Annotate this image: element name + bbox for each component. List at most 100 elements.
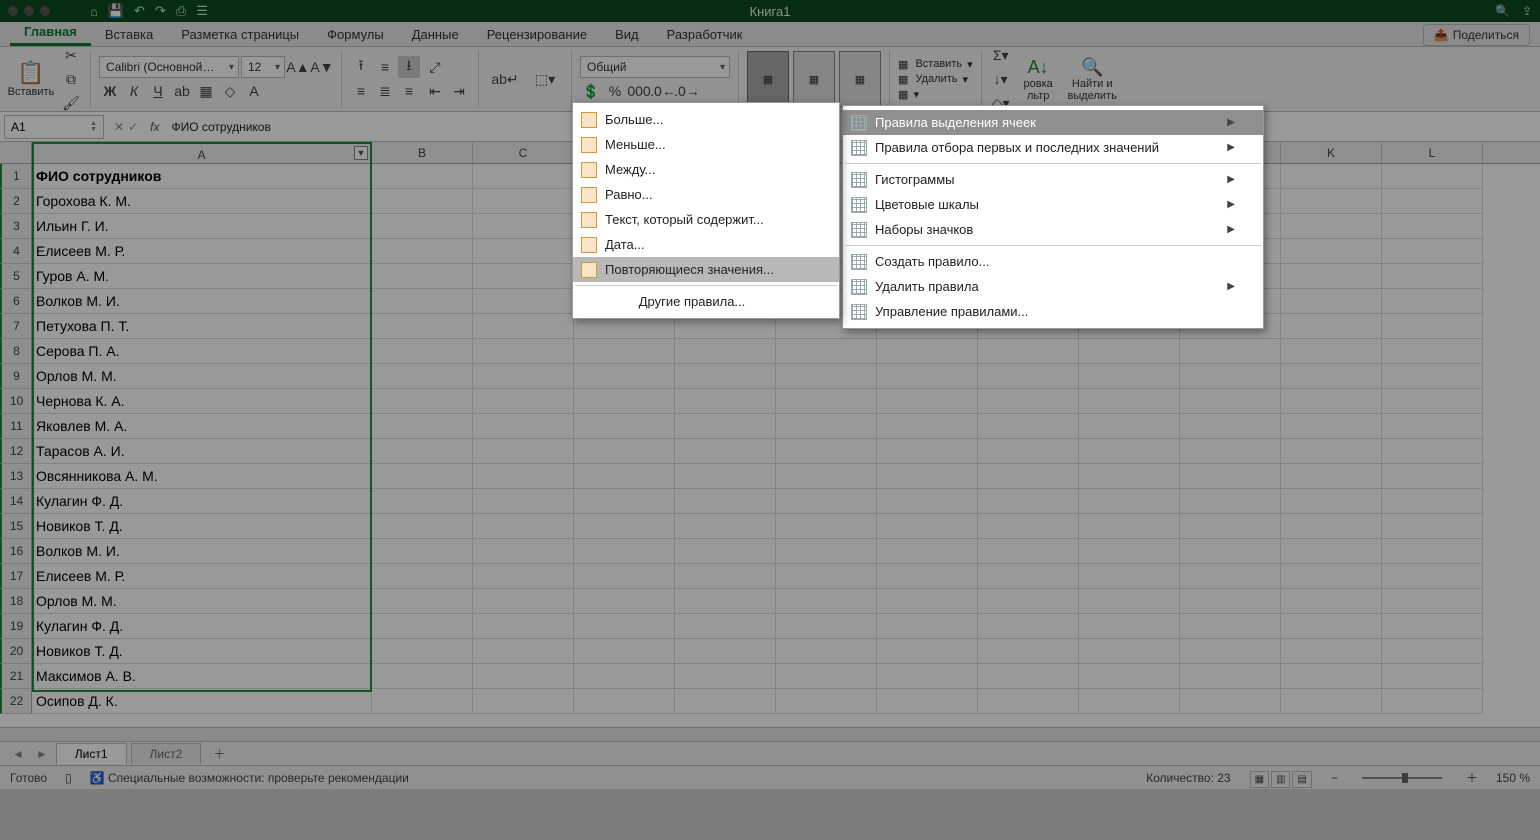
cell[interactable]: [473, 214, 574, 239]
cell[interactable]: [1079, 664, 1180, 689]
cell[interactable]: [776, 364, 877, 389]
cell[interactable]: [473, 414, 574, 439]
col-header-l[interactable]: L: [1382, 142, 1483, 163]
cell[interactable]: [372, 689, 473, 714]
cell[interactable]: [675, 364, 776, 389]
cell[interactable]: [473, 439, 574, 464]
cell[interactable]: [1382, 339, 1483, 364]
autosum-button[interactable]: Σ▾: [990, 44, 1012, 66]
cell[interactable]: [1180, 464, 1281, 489]
cell[interactable]: [1281, 364, 1382, 389]
conditional-formatting-button[interactable]: ▦: [747, 51, 789, 107]
horizontal-scrollbar[interactable]: [0, 727, 1540, 741]
cell[interactable]: Петухова П. Т.: [32, 314, 372, 339]
cell[interactable]: [1079, 389, 1180, 414]
cell[interactable]: [978, 689, 1079, 714]
row-header[interactable]: 8: [0, 339, 32, 364]
cell[interactable]: [1382, 489, 1483, 514]
cell[interactable]: [877, 514, 978, 539]
cell[interactable]: [978, 339, 1079, 364]
row-header[interactable]: 19: [0, 614, 32, 639]
comma-button[interactable]: 000: [628, 80, 650, 102]
align-left-button[interactable]: ≡: [350, 80, 372, 102]
search-icon[interactable]: 🔍: [1495, 4, 1510, 18]
font-name-select[interactable]: Calibri (Основной…: [99, 56, 239, 78]
cell[interactable]: [675, 389, 776, 414]
cell[interactable]: [1281, 589, 1382, 614]
cell[interactable]: [473, 314, 574, 339]
cell[interactable]: [776, 689, 877, 714]
row-header[interactable]: 4: [0, 239, 32, 264]
row-header[interactable]: 9: [0, 364, 32, 389]
cell[interactable]: [1281, 389, 1382, 414]
cell[interactable]: [776, 589, 877, 614]
cell[interactable]: [1382, 514, 1483, 539]
cell[interactable]: [574, 539, 675, 564]
align-right-button[interactable]: ≡: [398, 80, 420, 102]
fill-button[interactable]: ↓▾: [990, 68, 1012, 90]
cell[interactable]: [1281, 189, 1382, 214]
find-select-button[interactable]: 🔍 Найти и выделить: [1065, 51, 1120, 107]
cell[interactable]: [1281, 464, 1382, 489]
cell[interactable]: [574, 439, 675, 464]
cell[interactable]: [978, 514, 1079, 539]
cell[interactable]: [1382, 314, 1483, 339]
cell[interactable]: [978, 364, 1079, 389]
submenu-text-contains[interactable]: Текст, который содержит...: [573, 207, 839, 232]
insert-cells-button[interactable]: Вставить: [915, 58, 962, 71]
cell[interactable]: [675, 414, 776, 439]
cell[interactable]: [1382, 664, 1483, 689]
cell[interactable]: [1382, 389, 1483, 414]
touch-icon[interactable]: ☰: [196, 3, 208, 19]
page-layout-view-icon[interactable]: ▥: [1271, 771, 1290, 788]
col-header-b[interactable]: B: [372, 142, 473, 163]
cell[interactable]: [1281, 414, 1382, 439]
cell[interactable]: [1079, 464, 1180, 489]
cell[interactable]: [1281, 564, 1382, 589]
cell[interactable]: [1382, 639, 1483, 664]
align-top-button[interactable]: ⭱: [350, 56, 372, 78]
cell[interactable]: [1180, 489, 1281, 514]
paste-button[interactable]: 📋 Вставить: [6, 51, 56, 107]
row-header[interactable]: 5: [0, 264, 32, 289]
zoom-slider[interactable]: [1362, 777, 1442, 779]
cell[interactable]: Волков М. И.: [32, 289, 372, 314]
cell[interactable]: [776, 564, 877, 589]
cell[interactable]: [1180, 589, 1281, 614]
cell[interactable]: [776, 389, 877, 414]
cell[interactable]: [1180, 514, 1281, 539]
cell[interactable]: [1079, 614, 1180, 639]
delete-cells-button[interactable]: Удалить: [915, 73, 957, 86]
cell[interactable]: [372, 214, 473, 239]
cell[interactable]: [1281, 214, 1382, 239]
row-header[interactable]: 3: [0, 214, 32, 239]
print-icon[interactable]: ⎙: [176, 3, 186, 19]
zoom-in-button[interactable]: ＋: [1466, 769, 1478, 786]
cell[interactable]: [1180, 439, 1281, 464]
submenu-between[interactable]: Между...: [573, 157, 839, 182]
cell[interactable]: Яковлев М. А.: [32, 414, 372, 439]
cell[interactable]: [1180, 614, 1281, 639]
cell[interactable]: [1281, 264, 1382, 289]
cell[interactable]: [1281, 164, 1382, 189]
name-box-dropdown-icon[interactable]: ▲▼: [90, 121, 97, 133]
select-all-corner[interactable]: [0, 142, 32, 163]
increase-font-button[interactable]: A▲: [287, 56, 309, 78]
row-header[interactable]: 1: [0, 164, 32, 189]
indent-increase-button[interactable]: ⇥: [448, 80, 470, 102]
cell[interactable]: Орлов М. М.: [32, 364, 372, 389]
cell[interactable]: [675, 689, 776, 714]
cell[interactable]: [574, 364, 675, 389]
cell[interactable]: [877, 414, 978, 439]
formula-text[interactable]: ФИО сотрудников: [165, 120, 270, 134]
merge-button[interactable]: ⬚▾: [527, 68, 563, 90]
cell[interactable]: [473, 614, 574, 639]
row-header[interactable]: 20: [0, 639, 32, 664]
cell[interactable]: [1079, 489, 1180, 514]
cell[interactable]: [574, 489, 675, 514]
cell[interactable]: [473, 464, 574, 489]
tab-formulas[interactable]: Формулы: [313, 23, 398, 46]
cell[interactable]: Гуров А. М.: [32, 264, 372, 289]
cell[interactable]: [574, 664, 675, 689]
cell[interactable]: [675, 489, 776, 514]
